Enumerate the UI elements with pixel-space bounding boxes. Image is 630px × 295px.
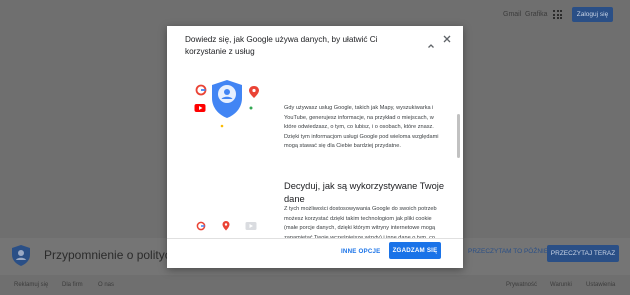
privacy-dialog: Dowiedz się, jak Google używa danych, by… [167,26,463,268]
more-options-button[interactable]: INNE OPCJE [341,248,380,255]
banner-title: Przypomnienie o polityce [44,248,178,262]
footer-terms-link[interactable]: Warunki [550,282,572,288]
footer-ads-link[interactable]: Reklamuj się [14,282,48,288]
footer-business-link[interactable]: Dla firm [62,282,83,288]
apps-grid-icon[interactable] [553,10,562,19]
read-later-button[interactable]: PRZECZYTAM TO PÓŹNIEJ [468,248,551,255]
google-g-icon [195,84,207,96]
read-now-button[interactable]: PRZECZYTAJ TERAZ [547,245,619,262]
yellow-dot-icon [220,124,224,128]
map-pin-icon [222,221,230,231]
images-link[interactable]: Grafika [525,11,548,18]
dialog-footer: INNE OPCJE ZGADZAM SIĘ [167,238,463,268]
green-dot-icon [249,106,253,110]
shield-icon [12,245,30,266]
section2-text: Z tych możliwości dostosowywania Google … [284,206,437,238]
map-pin-icon [249,86,259,98]
google-services-illustration [194,80,259,128]
agree-button[interactable]: ZGADZAM SIĘ [389,242,441,259]
dialog-content[interactable]: Gdy używasz usług Google, takich jak Map… [167,68,463,238]
youtube-icon [194,104,206,112]
controls-illustration [196,221,257,231]
scrollbar-thumb[interactable] [457,114,460,158]
google-g-icon [196,221,206,231]
section1-text: Gdy używasz usług Google, takich jak Map… [284,105,439,149]
section2-heading: Decyduj, jak są wykorzystywane Twoje dan… [284,181,445,204]
footer-privacy-link[interactable]: Prywatność [506,282,537,288]
gmail-link[interactable]: Gmail [503,11,521,18]
shield-user-icon [212,80,242,118]
close-icon[interactable] [441,33,453,45]
footer-settings-link[interactable]: Ustawienia [586,282,615,288]
video-icon [245,222,257,230]
dialog-header: Dowiedz się, jak Google używa danych, by… [185,35,378,56]
footer-about-link[interactable]: O nas [98,282,114,288]
chevron-up-icon[interactable] [426,41,436,51]
signin-button[interactable]: Zaloguj się [572,7,613,22]
